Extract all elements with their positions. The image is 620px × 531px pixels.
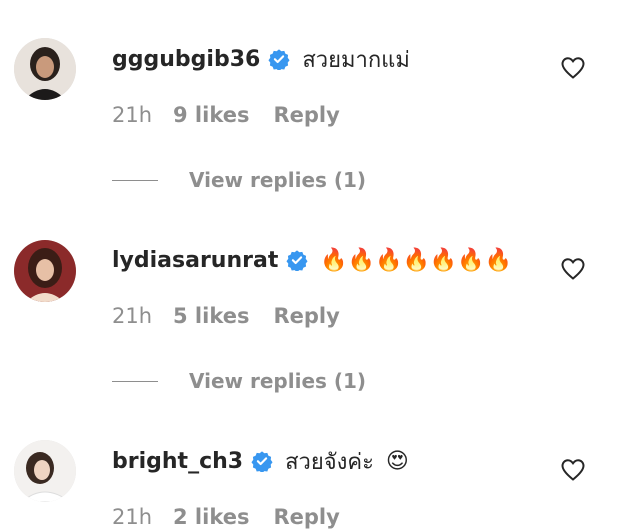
like-heart-icon[interactable] xyxy=(560,56,586,80)
like-heart-icon[interactable] xyxy=(560,257,586,281)
comment-header: bright_ch3 สวยจังค่ะ 😍 xyxy=(112,444,409,478)
likes-count[interactable]: 5 likes xyxy=(173,304,249,328)
comment-text: 🔥🔥🔥🔥🔥🔥🔥 xyxy=(320,247,513,273)
username[interactable]: bright_ch3 xyxy=(112,449,243,474)
verified-badge-icon xyxy=(251,450,273,472)
view-replies-label: View replies (1) xyxy=(189,168,367,192)
timestamp[interactable]: 21h xyxy=(112,505,173,529)
comment-text: สวยมากแม่ xyxy=(302,47,410,73)
comment-header: lydiasarunrat 🔥🔥🔥🔥🔥🔥🔥 xyxy=(112,243,512,277)
reply-button[interactable]: Reply xyxy=(273,304,339,328)
avatar-image xyxy=(14,440,76,502)
view-replies-button[interactable]: View replies (1) xyxy=(112,166,366,194)
username[interactable]: gggubgib36 xyxy=(112,47,260,72)
avatar-image xyxy=(14,38,76,100)
verified-badge-icon xyxy=(286,249,308,271)
avatar[interactable] xyxy=(14,440,76,502)
verified-badge-icon xyxy=(268,48,290,70)
reply-button[interactable]: Reply xyxy=(273,103,339,127)
likes-count[interactable]: 2 likes xyxy=(173,505,249,529)
timestamp[interactable]: 21h xyxy=(112,304,173,328)
comment-header: gggubgib36 สวยมากแม่ xyxy=(112,42,410,76)
view-replies-label: View replies (1) xyxy=(189,369,367,393)
comment-meta: 21h 2 likes Reply xyxy=(112,503,340,531)
timestamp[interactable]: 21h xyxy=(112,103,173,127)
comment-text: สวยจังค่ะ xyxy=(285,449,374,475)
avatar[interactable] xyxy=(14,240,76,302)
username[interactable]: lydiasarunrat xyxy=(112,248,278,273)
avatar-image xyxy=(14,240,76,302)
like-heart-icon[interactable] xyxy=(560,458,586,482)
comment-meta: 21h 9 likes Reply xyxy=(112,101,340,129)
likes-count[interactable]: 9 likes xyxy=(173,103,249,127)
reply-button[interactable]: Reply xyxy=(273,505,339,529)
divider-line xyxy=(112,179,158,181)
avatar[interactable] xyxy=(14,38,76,100)
divider-line xyxy=(112,380,158,382)
comment-meta: 21h 5 likes Reply xyxy=(112,302,340,330)
heart-eyes-emoji: 😍 xyxy=(385,448,409,474)
view-replies-button[interactable]: View replies (1) xyxy=(112,367,366,395)
